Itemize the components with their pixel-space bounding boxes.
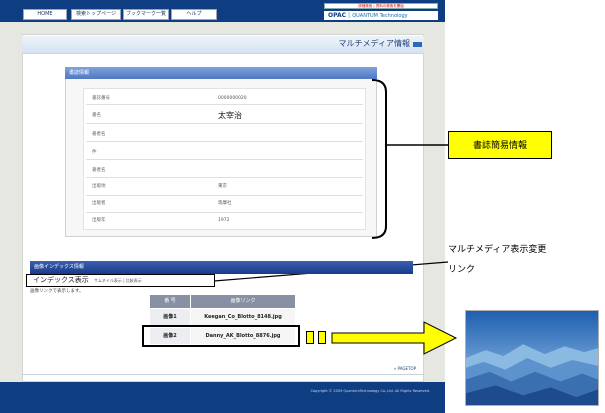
tab-index-view[interactable]: インデックス表示 xyxy=(33,276,103,285)
table-header-number: 番 号 xyxy=(150,295,190,308)
row-divider xyxy=(86,195,363,196)
biblio-label-author2: 著者名 xyxy=(92,168,106,173)
copyright-text: Copyright © 2009 QuantumTechnology Co.,L… xyxy=(310,389,430,393)
logo-text: OPAC xyxy=(328,12,346,19)
opac-logo: OPAC | QUANTUM Technology xyxy=(324,11,438,20)
biblio-value-place: 東京 xyxy=(218,184,227,189)
logo-company: QUANTUM Technology xyxy=(352,13,408,19)
biblio-value-id: 0000000020 xyxy=(218,96,247,101)
nav-search-top[interactable]: 検索トップページ xyxy=(71,9,121,20)
callout-biblio-summary: 書誌簡易情報 xyxy=(448,131,552,159)
biblio-panel-header: 書誌情報 xyxy=(65,67,377,79)
biblio-label-place: 出版地 xyxy=(92,184,106,189)
row-divider xyxy=(86,159,363,160)
biblio-label-item: 件 xyxy=(92,150,97,155)
nav-help[interactable]: ヘルプ xyxy=(171,9,217,20)
row-divider xyxy=(86,177,363,178)
header-search-link[interactable]: 詳細検索 | 資料の検索を開始 xyxy=(324,3,438,9)
callout-multimedia-line2: リンク xyxy=(448,265,476,275)
biblio-label-year: 出版年 xyxy=(92,218,106,223)
flow-marker xyxy=(318,331,326,344)
footer-divider xyxy=(22,374,424,375)
pagetop-link[interactable]: » PAGETOP xyxy=(376,365,416,373)
tab-thumbnail-compare[interactable]: サムネイル表示 | 比較表示 xyxy=(94,276,214,285)
biblio-value-author2 xyxy=(218,165,358,177)
row-divider xyxy=(86,212,363,213)
callout-multimedia-line1: マルチメディア表示変更 xyxy=(448,245,547,255)
biblio-label-id: 書誌番号 xyxy=(92,96,110,101)
biblio-value-year: 1972 xyxy=(218,218,230,223)
page-title: マルチメディア情報 xyxy=(338,39,410,48)
flow-marker xyxy=(306,331,314,344)
biblio-value-author xyxy=(218,129,358,141)
mountain-image xyxy=(465,310,599,406)
nav-bookmarks[interactable]: ブックマーク一覧 xyxy=(123,9,169,20)
table-row-1-number: 画像1 xyxy=(150,309,190,325)
table-header-image-link: 画像リンク xyxy=(191,295,295,308)
table-row-1-link[interactable]: Keegan_Co_Blotto_8148.jpg xyxy=(191,309,295,325)
biblio-value-item xyxy=(218,147,358,159)
selected-row-highlight xyxy=(142,325,300,347)
callout-multimedia-link: マルチメディア表示変更 リンク xyxy=(448,240,605,298)
biblio-value-title: 太宰治 xyxy=(218,111,242,120)
title-marker xyxy=(413,42,422,47)
image-index-header: 画像インデックス情報 xyxy=(30,261,413,274)
biblio-value-publisher: 筑摩社 xyxy=(218,201,232,206)
index-note: 画像リンクで表示します。 xyxy=(30,289,84,294)
biblio-label-title: 書名 xyxy=(92,113,101,118)
biblio-label-author: 著者名 xyxy=(92,132,106,137)
nav-home[interactable]: HOME xyxy=(23,9,67,20)
row-divider xyxy=(86,141,363,142)
biblio-label-publisher: 出版者 xyxy=(92,201,106,206)
